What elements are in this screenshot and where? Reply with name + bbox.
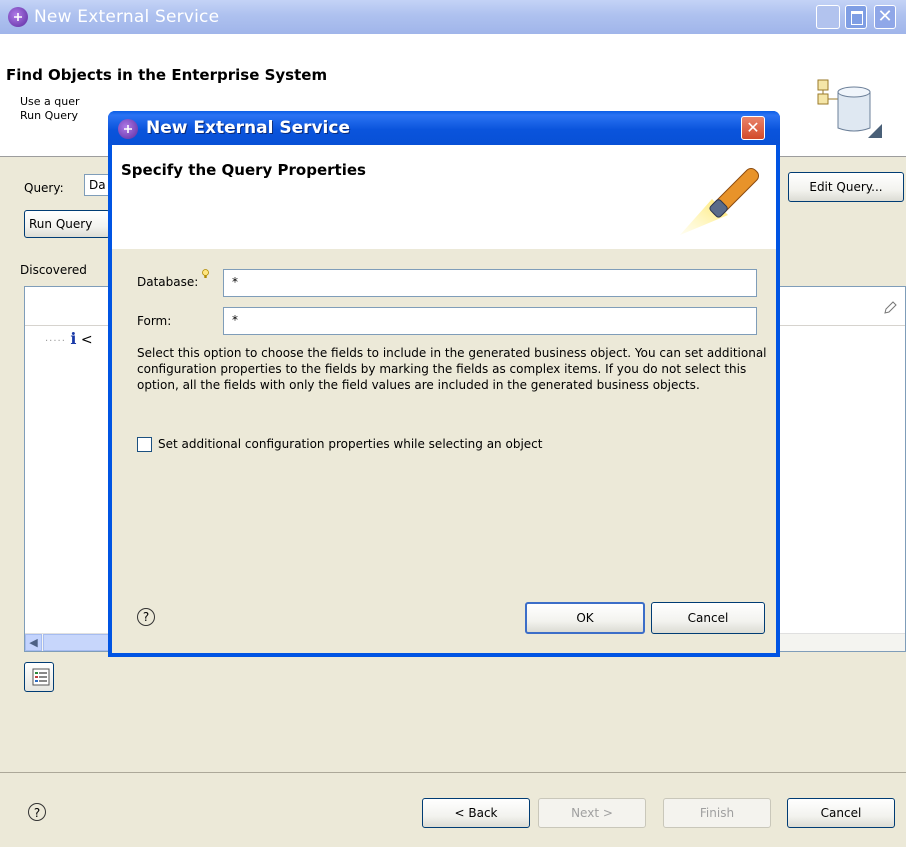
dialog-header: Specify the Query Properties [112, 145, 776, 249]
scroll-thumb[interactable] [43, 634, 113, 651]
close-icon: ✕ [746, 118, 760, 137]
background-window-title: New External Service [34, 7, 220, 27]
page-description: Use a quer Run Query [20, 95, 110, 123]
next-button[interactable]: Next > [538, 798, 646, 828]
finish-button[interactable]: Finish [663, 798, 771, 828]
configuration-properties-label[interactable]: Set additional configuration properties … [158, 437, 542, 451]
tree-connector: ····· [45, 336, 66, 347]
database-icon [817, 79, 882, 138]
scroll-left-icon[interactable]: ◀ [25, 634, 42, 651]
page-heading: Find Objects in the Enterprise System [6, 66, 328, 84]
list-icon [32, 668, 50, 686]
option-description: Select this option to choose the fields … [137, 346, 767, 392]
background-titlebar[interactable]: New External Service ✕ [0, 0, 906, 34]
dialog-heading: Specify the Query Properties [121, 161, 366, 179]
pencil-icon[interactable] [883, 301, 897, 315]
close-button[interactable]: ✕ [874, 5, 896, 29]
footer-divider [0, 772, 906, 773]
form-label: Form: [137, 314, 172, 328]
discovered-objects-label: Discovered [20, 263, 87, 277]
help-icon[interactable]: ? [28, 803, 46, 821]
run-query-button[interactable]: Run Query [24, 210, 110, 238]
app-icon [8, 7, 28, 27]
page-description-text: Use a quer Run Query [20, 95, 80, 122]
database-field[interactable]: * [223, 269, 757, 297]
query-properties-dialog: New External Service ✕ Specify the Query… [108, 111, 780, 657]
dialog-titlebar[interactable]: New External Service ✕ [108, 111, 780, 145]
tree-item-label: < [80, 332, 93, 348]
query-label: Query: [24, 181, 64, 195]
app-icon [118, 119, 138, 139]
list-view-button[interactable] [24, 662, 54, 692]
edit-query-button[interactable]: Edit Query... [788, 172, 904, 202]
database-label: Database: [137, 275, 199, 289]
configuration-properties-checkbox[interactable] [137, 437, 152, 452]
cancel-button[interactable]: Cancel [787, 798, 895, 828]
tree-item[interactable]: ····· i < [45, 329, 93, 348]
back-button[interactable]: < Back [422, 798, 530, 828]
lightbulb-icon [202, 269, 209, 278]
help-icon[interactable]: ? [137, 608, 155, 626]
close-icon: ✕ [877, 6, 893, 27]
maximize-button[interactable] [845, 5, 867, 29]
dialog-close-button[interactable]: ✕ [741, 116, 765, 140]
dialog-cancel-button[interactable]: Cancel [651, 602, 765, 634]
info-icon: i [70, 329, 77, 348]
wand-icon [680, 167, 760, 235]
dialog-title: New External Service [146, 118, 350, 138]
dialog-body: Specify the Query Properties Database: *… [112, 145, 776, 653]
minimize-button[interactable] [816, 5, 840, 29]
ok-button[interactable]: OK [525, 602, 645, 634]
form-field[interactable]: * [223, 307, 757, 335]
